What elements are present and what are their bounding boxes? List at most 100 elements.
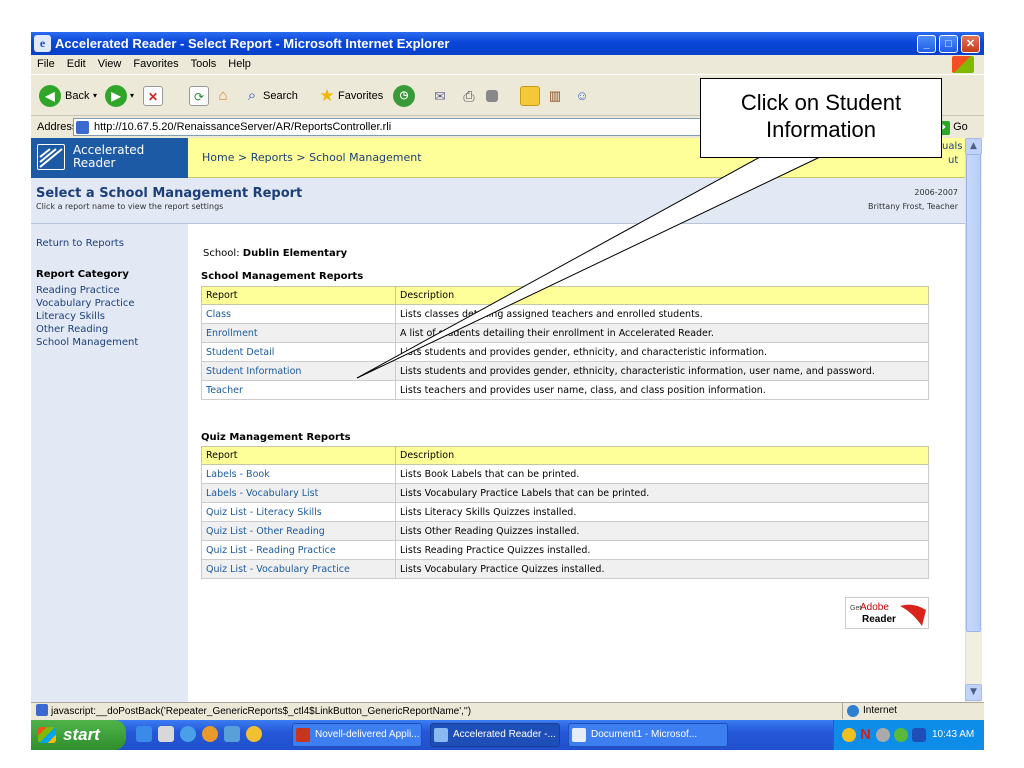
report-link-enrollment[interactable]: Enrollment <box>201 323 396 343</box>
shield-icon[interactable] <box>842 728 856 742</box>
word-icon <box>572 728 586 742</box>
edit-icon[interactable] <box>486 90 498 102</box>
messenger-icon[interactable]: ☺ <box>572 86 592 106</box>
col-description: Description <box>395 286 929 305</box>
table-row: Labels - Vocabulary List Lists Vocabulary… <box>201 483 929 503</box>
print-icon[interactable]: ⎙ <box>459 86 479 106</box>
address-input[interactable]: http://10.67.5.20/RenaissanceServer/AR/R… <box>73 118 713 136</box>
page-subtitle: Click a report name to view the report s… <box>36 202 224 211</box>
novell-icon <box>296 728 310 742</box>
quicklaunch-firefox-icon[interactable] <box>202 726 218 742</box>
report-link-student-information[interactable]: Student Information <box>201 361 396 381</box>
menu-bar: File Edit View Favorites Tools Help <box>31 55 984 74</box>
search-button[interactable]: Search <box>263 85 298 107</box>
report-link-class[interactable]: Class <box>201 304 396 324</box>
forward-arrow-icon[interactable]: ▶ <box>105 85 127 107</box>
page-status-icon <box>36 704 48 716</box>
favorites-star-icon[interactable]: ★ <box>317 86 337 106</box>
folder-icon[interactable] <box>520 86 540 106</box>
favorites-button[interactable]: Favorites <box>338 85 383 107</box>
col-description: Description <box>395 446 929 465</box>
zone-text: Internet <box>863 705 897 716</box>
quicklaunch-media-icon[interactable] <box>246 726 262 742</box>
report-link-student-detail[interactable]: Student Detail <box>201 342 396 362</box>
tray-app-icon[interactable] <box>894 728 908 742</box>
logo-line2: Reader <box>73 156 116 170</box>
scroll-down-icon[interactable]: ▼ <box>965 684 982 701</box>
windows-flag-icon <box>38 727 56 743</box>
menu-tools[interactable]: Tools <box>191 55 217 74</box>
menu-edit[interactable]: Edit <box>67 55 86 74</box>
report-description: Lists Other Reading Quizzes installed. <box>395 521 929 541</box>
sidebar-item-literacy-skills[interactable]: Literacy Skills <box>36 311 105 322</box>
get-adobe-reader-button[interactable]: Get Adobe Reader <box>845 597 929 629</box>
menu-favorites[interactable]: Favorites <box>133 55 178 74</box>
zone-indicator: Internet <box>842 703 952 719</box>
report-description: Lists students and provides gender, ethn… <box>395 342 929 362</box>
stop-icon[interactable]: ✕ <box>143 86 163 106</box>
task-accelerated-reader[interactable]: Accelerated Reader -... <box>430 723 560 747</box>
ie-task-icon <box>434 728 448 742</box>
ie-icon: e <box>34 35 51 52</box>
menu-help[interactable]: Help <box>228 55 251 74</box>
scroll-up-icon[interactable]: ▲ <box>965 138 982 155</box>
quicklaunch-outlook-icon[interactable] <box>224 726 240 742</box>
sidebar-item-school-management[interactable]: School Management <box>36 337 138 348</box>
tray-network-icon[interactable] <box>876 728 890 742</box>
report-description: Lists Literacy Skills Quizzes installed. <box>395 502 929 522</box>
clock: 10:43 AM <box>932 729 975 740</box>
report-category-heading: Report Category <box>36 269 129 280</box>
menu-file[interactable]: File <box>37 55 55 74</box>
menu-view[interactable]: View <box>98 55 122 74</box>
sidebar-item-vocabulary-practice[interactable]: Vocabulary Practice <box>36 298 135 309</box>
forward-dropdown-icon[interactable]: ▾ <box>130 85 134 107</box>
school-name: Dublin Elementary <box>242 248 348 259</box>
tray-n-icon[interactable]: N <box>860 720 871 750</box>
report-link-teacher[interactable]: Teacher <box>201 380 396 400</box>
table-row: Class Lists classes detailing assigned te… <box>201 304 929 324</box>
refresh-icon[interactable]: ⟳ <box>189 86 209 106</box>
school-line: School: Dublin Elementary <box>203 248 347 259</box>
quicklaunch-app-icon[interactable] <box>180 726 196 742</box>
minimize-button[interactable]: _ <box>917 35 936 53</box>
sidebar-item-other-reading[interactable]: Other Reading <box>36 324 108 335</box>
task-document1[interactable]: Document1 - Microsof... <box>568 723 728 747</box>
adobe-reader-icon <box>900 604 926 626</box>
scroll-thumb[interactable] <box>966 154 981 632</box>
back-button[interactable]: Back <box>65 85 89 107</box>
user-name: Brittany Frost, Teacher <box>868 202 958 211</box>
report-description: Lists Reading Practice Quizzes installed… <box>395 540 929 560</box>
research-icon[interactable]: ▥ <box>545 86 565 106</box>
task-novell[interactable]: Novell-delivered Appli... <box>292 723 422 747</box>
page-header <box>31 178 965 224</box>
report-description: Lists Vocabulary Practice Labels that ca… <box>395 483 929 503</box>
return-to-reports-link[interactable]: Return to Reports <box>36 238 124 249</box>
quiz-reports-heading: Quiz Management Reports <box>201 432 351 443</box>
report-link-labels-vocabulary[interactable]: Labels - Vocabulary List <box>201 483 396 503</box>
report-link-quiz-vocabulary[interactable]: Quiz List - Vocabulary Practice <box>201 559 396 579</box>
close-button[interactable]: ✕ <box>961 35 980 53</box>
report-link-quiz-literacy[interactable]: Quiz List - Literacy Skills <box>201 502 396 522</box>
manuals-link[interactable]: uals <box>942 141 962 152</box>
report-description: Lists students and provides gender, ethn… <box>395 361 929 381</box>
tray-update-icon[interactable] <box>912 728 926 742</box>
report-link-quiz-other[interactable]: Quiz List - Other Reading <box>201 521 396 541</box>
school-reports-heading: School Management Reports <box>201 271 364 282</box>
quicklaunch-desktop-icon[interactable] <box>158 726 174 742</box>
report-link-quiz-reading[interactable]: Quiz List - Reading Practice <box>201 540 396 560</box>
back-dropdown-icon[interactable]: ▾ <box>93 85 97 107</box>
table-header-row: Report Description <box>201 286 929 305</box>
back-arrow-icon[interactable]: ◀ <box>39 85 61 107</box>
home-icon[interactable]: ⌂ <box>213 86 233 106</box>
window-title: Accelerated Reader - Select Report - Mic… <box>31 32 984 55</box>
page-icon <box>76 121 89 134</box>
callout-box: Click on Student Information <box>700 78 942 158</box>
search-icon[interactable]: ⌕ <box>242 86 262 106</box>
mail-icon[interactable]: ✉ <box>430 86 450 106</box>
sidebar-item-reading-practice[interactable]: Reading Practice <box>36 285 120 296</box>
logout-link[interactable]: ut <box>948 155 958 166</box>
maximize-button[interactable]: □ <box>939 35 958 53</box>
quicklaunch-ie-icon[interactable] <box>136 726 152 742</box>
report-link-labels-book[interactable]: Labels - Book <box>201 464 396 484</box>
history-icon[interactable]: ◷ <box>393 85 415 107</box>
